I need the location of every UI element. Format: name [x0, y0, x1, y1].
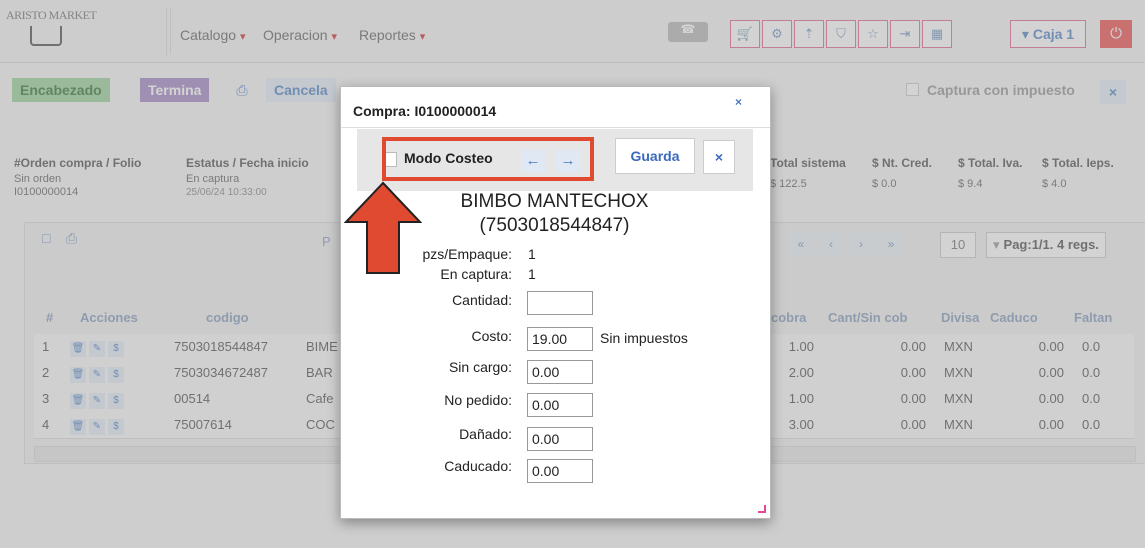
- modal-divider: [341, 127, 770, 128]
- sin-cargo-input[interactable]: [527, 360, 593, 384]
- costo-input[interactable]: [527, 327, 593, 351]
- danado-input[interactable]: [527, 427, 593, 451]
- modal-title: Compra: I0100000014: [353, 103, 497, 119]
- sin-cargo-label: Sin cargo:: [448, 359, 512, 375]
- resize-handle[interactable]: [758, 505, 766, 513]
- caducado-label: Caducado:: [444, 458, 512, 474]
- product-name: BIMBO MANTECHOX: [460, 191, 649, 212]
- en-captura-value: 1: [528, 266, 536, 282]
- cantidad-input[interactable]: [527, 291, 593, 315]
- annotation-highlight-box: [382, 137, 594, 181]
- sin-impuestos-label: Sin impuestos: [600, 330, 688, 346]
- product-code: (7503018544847): [479, 215, 630, 236]
- pzs-empaque-label: pzs/Empaque:: [422, 246, 513, 262]
- costo-label: Costo:: [471, 328, 512, 344]
- pzs-empaque-value: 1: [528, 246, 536, 262]
- no-pedido-input[interactable]: [527, 393, 593, 417]
- caducado-input[interactable]: [527, 459, 593, 483]
- close-icon[interactable]: ×: [735, 95, 742, 109]
- guarda-button[interactable]: Guarda: [615, 138, 695, 174]
- en-captura-label: En captura:: [440, 266, 512, 282]
- close-icon[interactable]: ×: [703, 140, 735, 174]
- product-name-block: BIMBO MANTECHOX (7503018544847): [340, 190, 769, 238]
- danado-label: Dañado:: [459, 426, 512, 442]
- no-pedido-label: No pedido:: [444, 392, 512, 408]
- cantidad-label: Cantidad:: [452, 292, 512, 308]
